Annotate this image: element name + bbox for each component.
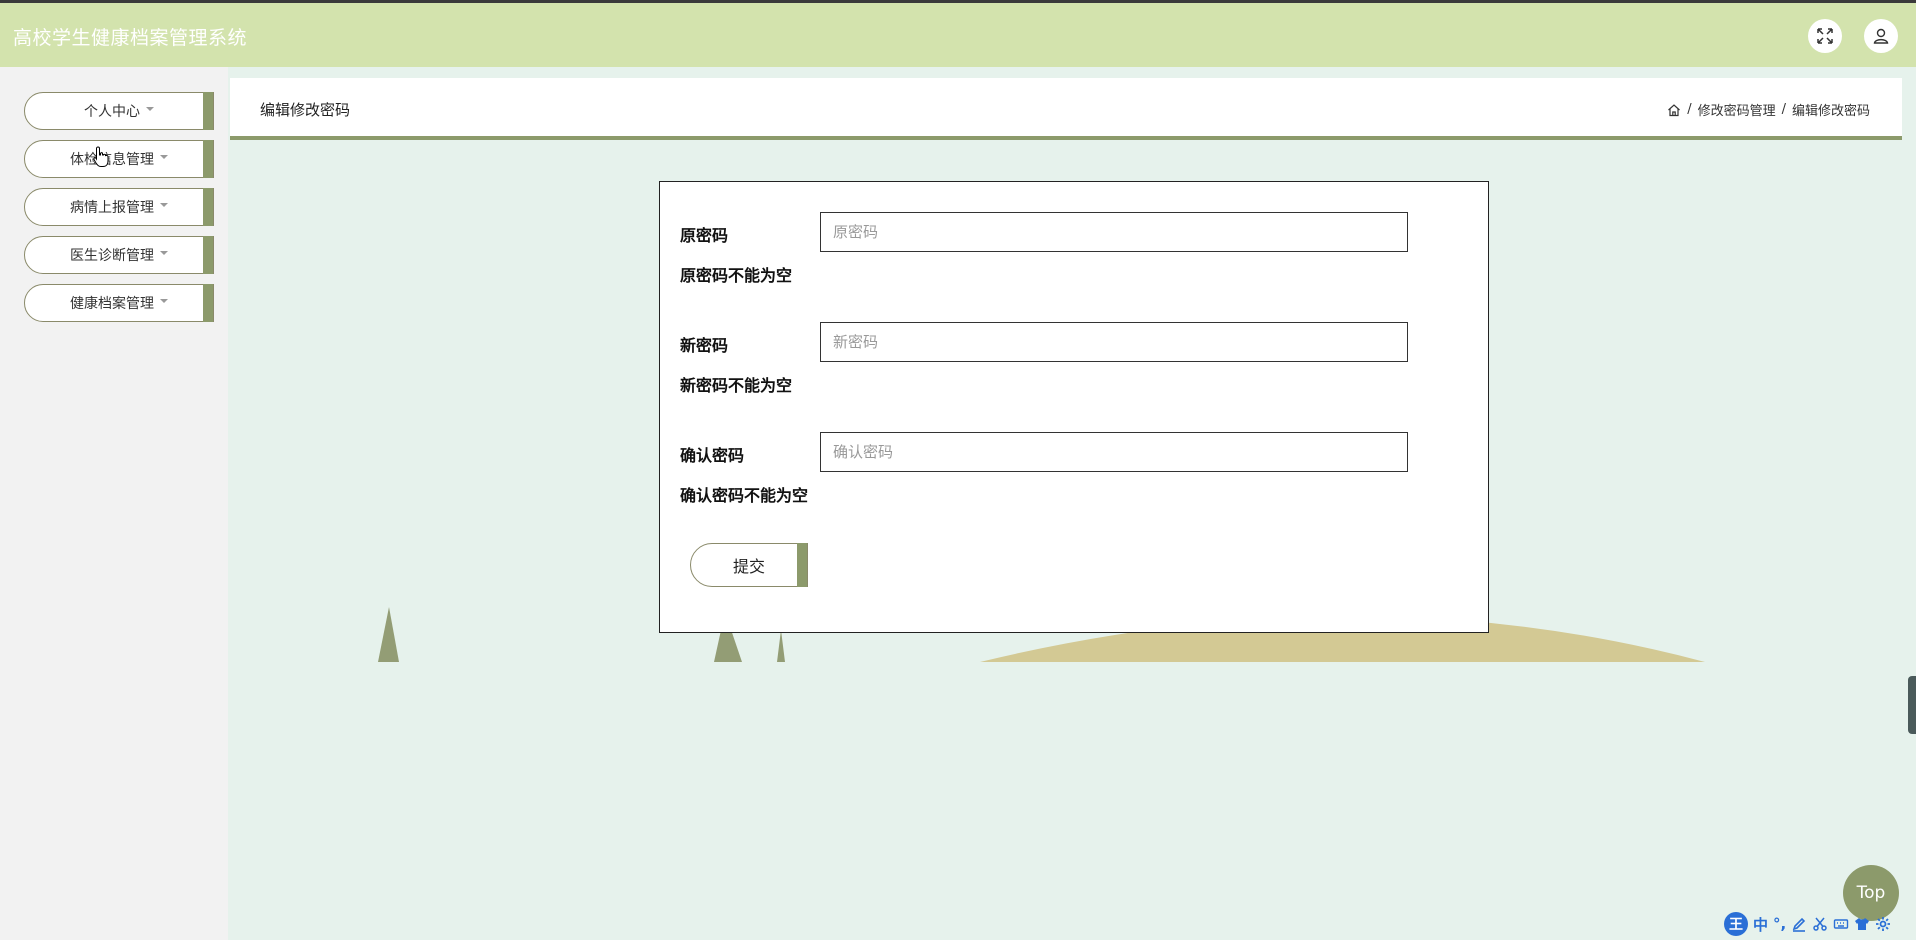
caret-down-icon [160, 299, 168, 303]
sidebar-item-label: 健康档案管理 [70, 296, 154, 312]
ime-skin-icon[interactable] [1854, 916, 1870, 932]
password-form: 原密码 原密码不能为空 新密码 新密码不能为空 确认密码 确认密码不能为空 提交 [659, 181, 1489, 633]
user-icon [1873, 28, 1889, 44]
side-edge-tab[interactable] [1908, 676, 1916, 734]
sidebar-item-label: 体检信息管理 [70, 152, 154, 168]
breadcrumb: / 修改密码管理 / 编辑修改密码 [1667, 100, 1870, 119]
new-password-input[interactable] [820, 322, 1408, 362]
sidebar-item-label: 个人中心 [84, 104, 140, 120]
caret-down-icon [146, 107, 154, 111]
background-tree [378, 607, 399, 662]
new-password-error: 新密码不能为空 [680, 376, 793, 395]
ime-scissors-icon[interactable] [1812, 916, 1828, 932]
ime-pen-icon[interactable] [1791, 916, 1807, 932]
old-password-label: 原密码 [680, 226, 729, 245]
old-password-error: 原密码不能为空 [680, 266, 793, 285]
background-tree [777, 630, 785, 662]
menu-accent-bar [203, 236, 213, 274]
ime-settings-icon[interactable] [1875, 916, 1891, 932]
menu-accent-bar [203, 284, 213, 322]
old-password-input[interactable] [820, 212, 1408, 252]
sidebar-item-personal-center[interactable]: 个人中心 [24, 92, 214, 130]
sidebar-item-physical-exam[interactable]: 体检信息管理 [24, 140, 214, 178]
hand-cursor-icon [93, 146, 109, 167]
submit-button[interactable]: 提交 [690, 543, 808, 587]
sidebar-item-label: 医生诊断管理 [70, 248, 154, 264]
app-title: 高校学生健康档案管理系统 [13, 27, 248, 49]
menu-accent-bar [203, 140, 213, 178]
ime-mode-toggle[interactable]: 中 [1753, 914, 1768, 935]
content-header: 编辑修改密码 / 修改密码管理 / 编辑修改密码 [230, 78, 1902, 140]
breadcrumb-current: 编辑修改密码 [1791, 104, 1870, 119]
fullscreen-icon [1817, 28, 1833, 44]
sidebar-item-doctor-diagnosis[interactable]: 医生诊断管理 [24, 236, 214, 274]
fullscreen-button[interactable] [1808, 19, 1842, 53]
breadcrumb-separator: / [1687, 102, 1692, 117]
caret-down-icon [160, 155, 168, 159]
user-button[interactable] [1864, 19, 1898, 53]
caret-down-icon [160, 203, 168, 207]
home-icon[interactable] [1667, 103, 1681, 117]
top-header: 高校学生健康档案管理系统 [0, 3, 1916, 67]
confirm-password-input[interactable] [820, 432, 1408, 472]
sidebar: 个人中心 体检信息管理 病情上报管理 医生诊断管理 健康档案管理 [0, 67, 228, 940]
ime-logo-icon[interactable]: 王 [1724, 912, 1748, 936]
page-title: 编辑修改密码 [260, 101, 351, 119]
menu-accent-bar [203, 92, 213, 130]
caret-down-icon [160, 251, 168, 255]
submit-button-label: 提交 [732, 557, 765, 576]
button-accent-bar [797, 543, 807, 587]
sidebar-item-health-records[interactable]: 健康档案管理 [24, 284, 214, 322]
menu-accent-bar [203, 188, 213, 226]
ime-punctuation-toggle[interactable]: °, [1773, 915, 1786, 933]
sidebar-item-illness-report[interactable]: 病情上报管理 [24, 188, 214, 226]
breadcrumb-link-password-management[interactable]: 修改密码管理 [1698, 100, 1776, 119]
breadcrumb-separator: / [1781, 102, 1786, 117]
confirm-password-label: 确认密码 [680, 446, 745, 465]
new-password-label: 新密码 [680, 336, 729, 355]
ime-keyboard-icon[interactable] [1833, 916, 1849, 932]
sidebar-item-label: 病情上报管理 [70, 200, 154, 216]
confirm-password-error: 确认密码不能为空 [680, 486, 809, 505]
ime-toolbar: 王 中 °, [1722, 910, 1916, 938]
